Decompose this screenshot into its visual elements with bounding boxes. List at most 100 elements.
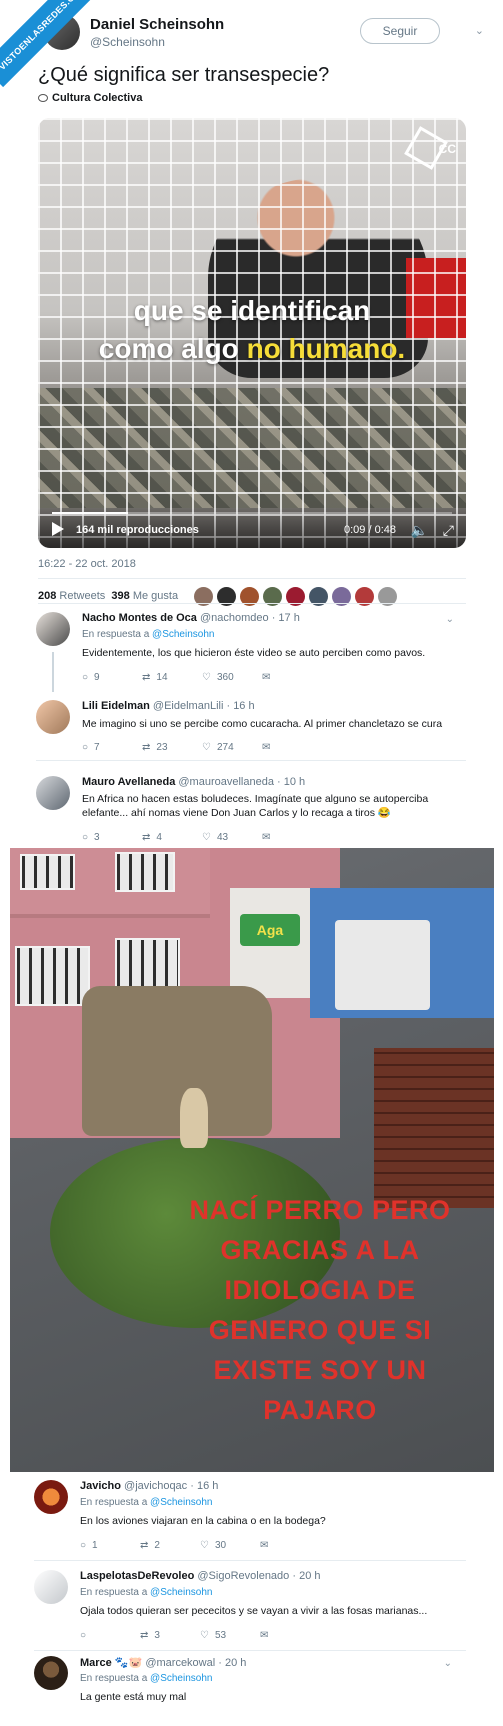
video-source[interactable]: Cultura Colectiva	[38, 92, 142, 104]
reply-author[interactable]: Lili Eidelman @EidelmanLili · 16 h	[82, 700, 255, 712]
reply-mention-link[interactable]: @Scheinsohn	[150, 1497, 212, 1508]
source-name: Cultura Colectiva	[52, 92, 143, 104]
like-button[interactable]: ♡ 360	[202, 672, 262, 683]
retweet-button[interactable]: ⇄ 2	[140, 1540, 200, 1551]
window	[20, 854, 75, 890]
avatar[interactable]	[34, 1656, 68, 1690]
reply-text: Ojala todos quieran ser pececitos y se v…	[80, 1605, 428, 1617]
avatar[interactable]	[36, 776, 70, 810]
play-icon[interactable]	[52, 522, 64, 536]
retweet-button[interactable]: ⇄ 23	[142, 742, 202, 753]
divider	[38, 578, 466, 579]
in-reply-to: En respuesta a @Scheinsohn	[80, 1673, 213, 1684]
reply-author[interactable]: Javicho @javichoqac · 16 h	[80, 1480, 218, 1492]
meme-text: NACÍ PERRO PERO GRACIAS A LA IDIOLOGIA D…	[160, 1190, 480, 1430]
like-button[interactable]: ♡ 43	[202, 832, 262, 843]
brown-van	[82, 986, 272, 1136]
reply-author[interactable]: Mauro Avellaneda @mauroavellaneda · 10 h	[82, 776, 305, 788]
video-timecode: 0:09 / 0:48	[344, 524, 396, 536]
reply-tweet[interactable]: LaspelotasDeRevoleo @SigoRevolenado · 20…	[34, 1570, 464, 1654]
meme-line: IDIOLOGIA DE	[224, 1275, 416, 1305]
follow-button[interactable]: Seguir	[360, 18, 440, 44]
reply-author[interactable]: Nacho Montes de Oca @nachomdeo · 17 h	[82, 612, 300, 624]
chevron-down-icon[interactable]: ⌄	[475, 24, 484, 37]
reply-text: En Africa no hacen estas boludeces. Imag…	[82, 793, 429, 819]
video-progress-bar[interactable]	[52, 512, 452, 514]
chevron-down-icon[interactable]: ⌄	[446, 614, 454, 625]
dm-icon[interactable]: ✉	[262, 832, 270, 843]
in-reply-to: En respuesta a @Scheinsohn	[80, 1587, 213, 1598]
caption-plain: como algo	[98, 333, 239, 364]
dm-icon[interactable]: ✉	[260, 1630, 268, 1641]
divider	[36, 760, 466, 761]
video-player[interactable]: CC que se identifican como algo no human…	[38, 118, 466, 548]
like-button[interactable]: ♡ 53	[200, 1630, 260, 1641]
thread-line	[52, 652, 54, 692]
reply-text: Me imagino si uno se percibe como cucara…	[82, 718, 443, 730]
reply-tweet[interactable]: Nacho Montes de Oca @nachomdeo · 17 h En…	[36, 612, 466, 692]
cc-brand: CC	[438, 142, 456, 156]
chevron-down-icon[interactable]: ⌄	[444, 1658, 452, 1669]
retweet-button[interactable]: ⇄ 3	[140, 1630, 200, 1641]
avatar[interactable]	[36, 612, 70, 646]
retweet-button[interactable]: ⇄ 14	[142, 672, 202, 683]
like-count[interactable]: 398	[111, 590, 129, 602]
reply-button[interactable]: ○ 3	[82, 832, 142, 843]
divider	[38, 603, 466, 604]
reply-mention-link[interactable]: @Scheinsohn	[150, 1587, 212, 1598]
caption-line-2: como algo no humano.	[38, 330, 466, 368]
video-caption: que se identifican como algo no humano.	[38, 292, 466, 368]
caption-line-1: que se identifican	[133, 295, 371, 326]
dm-icon[interactable]: ✉	[260, 1540, 268, 1551]
dm-icon[interactable]: ✉	[262, 672, 270, 683]
reply-button[interactable]: ○ 1	[80, 1540, 140, 1551]
caption-highlight: no humano.	[246, 333, 406, 364]
avatar[interactable]	[34, 1570, 68, 1604]
reply-button[interactable]: ○ 7	[82, 742, 142, 753]
retweet-button[interactable]: ⇄ 4	[142, 832, 202, 843]
window	[15, 946, 90, 1006]
meme-line: GENERO QUE SI	[208, 1315, 432, 1345]
meme-photo: Aga NACÍ PERRO PERO GRACIAS A LA IDIOLOG…	[10, 848, 494, 1472]
like-button[interactable]: ♡ 30	[200, 1540, 260, 1551]
reply-actions: ○ 1 ⇄ 2 ♡ 30 ✉	[80, 1540, 268, 1551]
reply-button[interactable]: ○	[80, 1630, 140, 1641]
meme-line: NACÍ PERRO PERO	[189, 1195, 451, 1225]
tweet-timestamp[interactable]: 16:22 - 22 oct. 2018	[38, 558, 136, 570]
retweet-label[interactable]: Retweets	[59, 590, 105, 602]
meme-line: GRACIAS A LA	[220, 1235, 420, 1265]
reply-mention-link[interactable]: @Scheinsohn	[152, 629, 214, 640]
author-name[interactable]: Daniel Scheinsohn	[90, 16, 224, 33]
in-reply-to: En respuesta a @Scheinsohn	[80, 1497, 213, 1508]
reply-button[interactable]: ○ 9	[82, 672, 142, 683]
view-count: 164 mil reproducciones	[76, 524, 199, 536]
avatar[interactable]	[34, 1480, 68, 1514]
reply-mention-link[interactable]: @Scheinsohn	[150, 1673, 212, 1684]
like-label[interactable]: Me gusta	[133, 590, 178, 602]
avatar[interactable]	[36, 700, 70, 734]
reply-author[interactable]: Marce 🐾🐷 @marcekowal · 20 h	[80, 1656, 246, 1669]
reply-text: La gente está muy mal	[80, 1691, 187, 1703]
reply-text: Evidentemente, los que hicieron éste vid…	[82, 647, 426, 659]
reply-author[interactable]: LaspelotasDeRevoleo @SigoRevolenado · 20…	[80, 1570, 321, 1582]
video-controls: 164 mil reproducciones 0:09 / 0:48 🔈 ⤢	[38, 508, 466, 548]
reply-tweet[interactable]: Mauro Avellaneda @mauroavellaneda · 10 h…	[36, 776, 466, 848]
shop-sign: Aga	[240, 914, 300, 946]
video-progress-fill	[52, 512, 128, 514]
divider	[34, 1650, 466, 1651]
tweet-text: ¿Qué significa ser transespecie?	[38, 64, 330, 86]
retweet-count[interactable]: 208	[38, 590, 56, 602]
reply-actions: ○ 9 ⇄ 14 ♡ 360 ✉	[82, 672, 270, 683]
reply-tweet[interactable]: Javicho @javichoqac · 16 h En respuesta …	[34, 1480, 464, 1564]
reply-tweet[interactable]: Marce 🐾🐷 @marcekowal · 20 h En respuesta…	[34, 1656, 464, 1716]
in-reply-to: En respuesta a @Scheinsohn	[82, 629, 215, 640]
reply-text: En los aviones viajaran en la cabina o e…	[80, 1515, 326, 1527]
author-handle[interactable]: @Scheinsohn	[90, 35, 165, 49]
brick-wall	[374, 1048, 494, 1208]
shop-front: Aga	[230, 888, 310, 998]
dm-icon[interactable]: ✉	[262, 742, 270, 753]
fullscreen-icon[interactable]: ⤢	[443, 522, 454, 539]
like-button[interactable]: ♡ 274	[202, 742, 262, 753]
volume-icon[interactable]: 🔈	[411, 522, 428, 539]
reply-actions: ○ 3 ⇄ 4 ♡ 43 ✉	[82, 832, 270, 843]
